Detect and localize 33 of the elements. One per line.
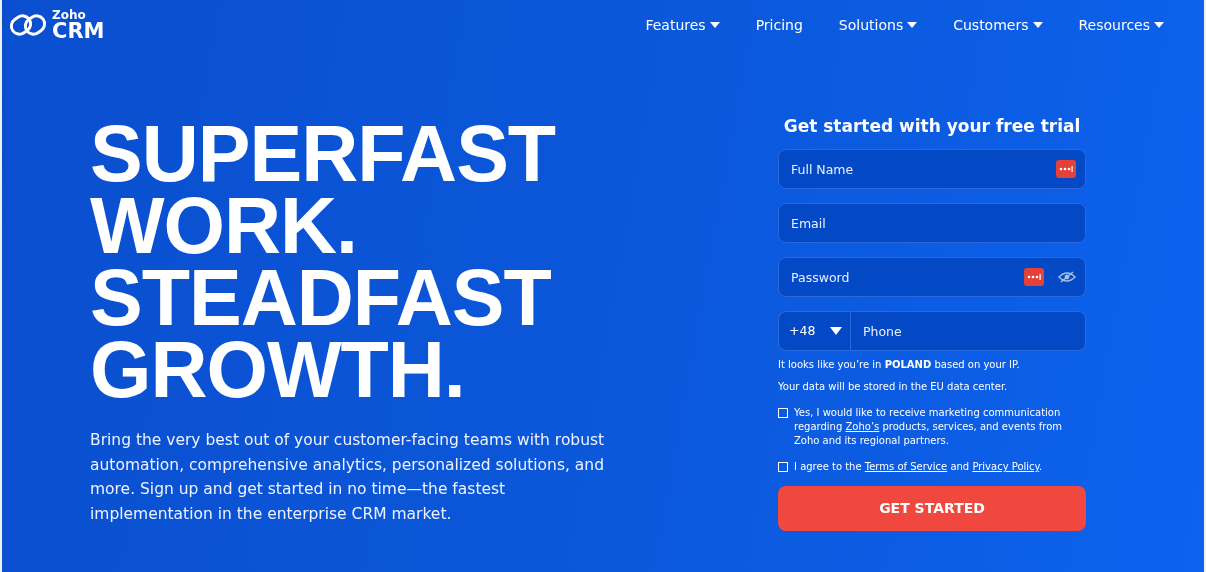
consent-text: I agree to the Terms of Service and Privacy Policy. (794, 460, 1043, 475)
info-text: It looks like you’re in POLAND based on your IP. (778, 358, 1021, 373)
eye-slash-icon[interactable] (1058, 271, 1076, 284)
form-title: Get started with your free trial (782, 116, 1082, 137)
caret-icon (907, 22, 918, 28)
nav-link[interactable]: Features (645, 14, 720, 36)
info-text: Your data will be stored in the EU data center. (778, 380, 1009, 395)
input-field[interactable]: Password (778, 257, 1086, 298)
logo-icon (8, 11, 48, 39)
nav-link[interactable]: Resources (1078, 14, 1164, 36)
get-started-button[interactable]: GET STARTED (778, 486, 1086, 532)
link[interactable]: Terms of Service (864, 461, 948, 473)
caret-icon (830, 327, 842, 336)
caret-icon (709, 22, 720, 28)
checkbox[interactable] (778, 462, 788, 473)
checkbox[interactable] (778, 408, 788, 419)
nav-link[interactable]: Solutions (838, 14, 918, 36)
headline: SUPERFAST WORK. STEADFAST GROWTH. (90, 118, 557, 406)
autofill-icon[interactable] (1024, 268, 1044, 287)
input-field[interactable]: Full Name (778, 149, 1086, 190)
caret-icon (1154, 22, 1164, 28)
input-field[interactable]: Phone (850, 311, 1086, 352)
logo-text: CRM (52, 20, 105, 42)
input-field[interactable]: Email (778, 203, 1086, 244)
nav-link[interactable]: Customers (953, 14, 1043, 36)
logo-text: Zoho (52, 8, 87, 21)
consent-text: Yes, I would like to receive marketing communication regarding Zoho’s products, services, and events from Zoho and its regional partners. (794, 406, 1063, 449)
caret-icon (1032, 22, 1043, 28)
country-code-select[interactable]: +48 (778, 311, 850, 352)
link[interactable]: Zoho’s (845, 421, 880, 433)
autofill-icon[interactable] (1056, 160, 1076, 179)
description: Bring the very best out of your customer-facing teams with robust automation, comprehensive analytics, personalized solutions, and more. Sign up and get started in no time—the fastest implementation in the enterprise CRM market. (90, 430, 606, 525)
nav-link[interactable]: Pricing (755, 14, 803, 36)
